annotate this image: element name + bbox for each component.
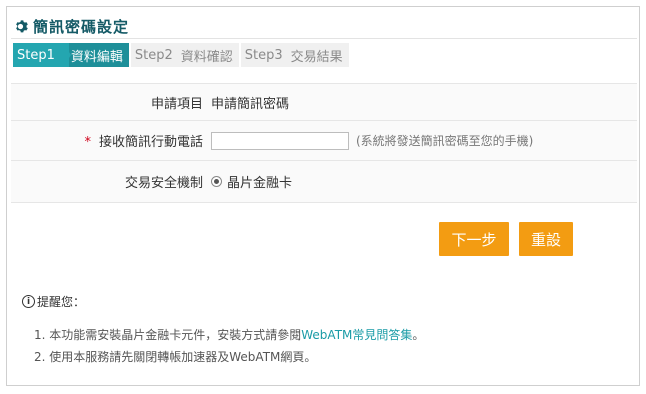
settings-form: 申請項目 申請簡訊密碼 * 接收簡訊行動電話 (系統將發送簡訊密碼至您的手機) 交… [11, 83, 637, 203]
phone-row: * 接收簡訊行動電話 (系統將發送簡訊密碼至您的手機) [11, 121, 637, 161]
notice-section: i 提醒您： 1. 本功能需安裝晶片金融卡元件，安裝方式請參閱WebATM常見問… [22, 293, 424, 368]
security-label: 交易安全機制 [124, 176, 203, 191]
phone-label: 接收簡訊行動電話 [98, 135, 203, 150]
next-button[interactable]: 下一步 [439, 222, 509, 256]
notice-item-2: 2. 使用本服務請先關閉轉帳加速器及WebATM網頁。 [34, 350, 317, 364]
step-1-name: 資料編輯 [68, 43, 129, 67]
phone-hint: (系統將發送簡訊密碼至您的手機) [356, 134, 534, 148]
phone-label-cell: * 接收簡訊行動電話 [11, 131, 211, 150]
security-radio[interactable] [211, 176, 222, 187]
step-1: Step1 資料編輯 [13, 43, 129, 67]
info-icon: i [22, 295, 35, 308]
title-row: 簡訊密碼設定 [13, 16, 129, 36]
apply-item-value: 申請簡訊密碼 [211, 96, 290, 112]
notice-item-1-suffix: 。 [412, 328, 425, 342]
step-progress: Step1 資料編輯 Step2 資料確認 Step3 交易結果 [13, 43, 351, 67]
security-option-label: 晶片金融卡 [227, 176, 293, 191]
step-1-number: Step1 [17, 47, 55, 63]
security-row: 交易安全機制 晶片金融卡 [11, 161, 637, 203]
notice-item-1-text: 1. 本功能需安裝晶片金融卡元件，安裝方式請參閱 [34, 328, 302, 342]
step-2: Step2 資料確認 [130, 43, 239, 67]
title-divider [11, 38, 637, 39]
phone-input[interactable] [211, 131, 349, 150]
gear-icon [16, 19, 28, 32]
required-mark: * [84, 135, 91, 150]
step-2-name: 資料確認 [180, 49, 233, 65]
notice-header: i 提醒您： [22, 293, 424, 310]
notice-list: 1. 本功能需安裝晶片金融卡元件，安裝方式請參閱WebATM常見問答集。 2. … [22, 324, 424, 368]
step-3-name: 交易結果 [290, 49, 343, 65]
faq-link[interactable]: WebATM常見問答集 [301, 328, 412, 342]
step-2-number: Step2 [134, 47, 173, 63]
apply-item-label: 申請項目 [150, 96, 203, 112]
notice-title: 提醒您： [37, 295, 86, 309]
step-3: Step3 交易結果 [240, 43, 349, 67]
reset-button[interactable]: 重設 [519, 222, 573, 256]
notice-item-1: 1. 本功能需安裝晶片金融卡元件，安裝方式請參閱WebATM常見問答集。 [34, 324, 424, 346]
page-title: 簡訊密碼設定 [33, 17, 130, 36]
apply-item-row: 申請項目 申請簡訊密碼 [11, 83, 637, 121]
phone-value-cell: (系統將發送簡訊密碼至您的手機) [211, 131, 534, 150]
step-3-number: Step3 [244, 47, 283, 63]
step-arrow [63, 43, 71, 67]
security-option[interactable]: 晶片金融卡 [211, 172, 292, 191]
